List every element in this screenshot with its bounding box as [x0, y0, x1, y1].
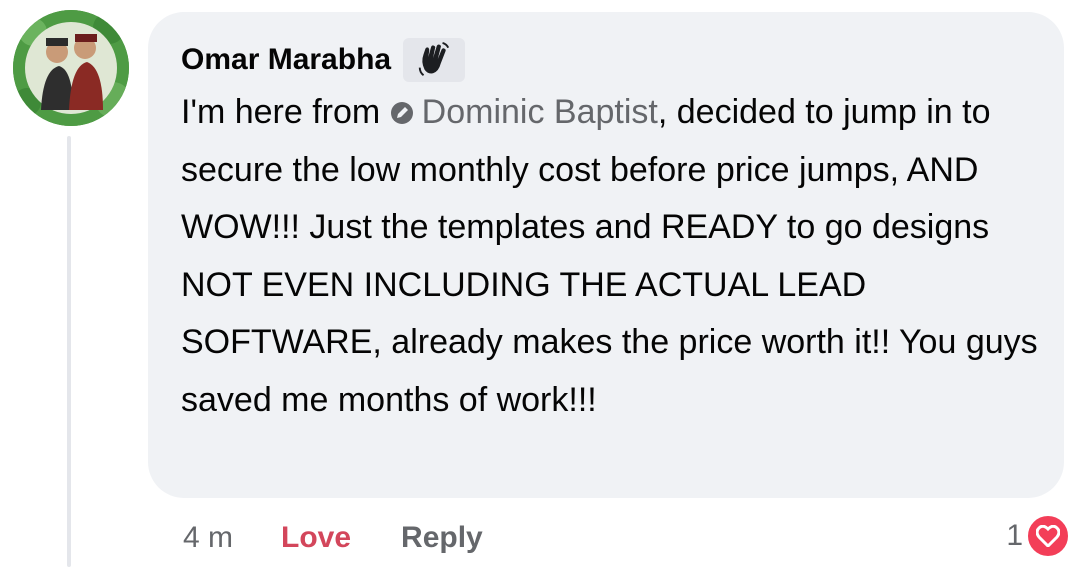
mention-link[interactable]: Dominic Baptist	[422, 93, 658, 131]
love-button[interactable]: Love	[281, 521, 351, 555]
comment-actions: 4 m Love Reply	[183, 518, 483, 558]
comment-text: I'm here from Dominic Baptist, decided t…	[181, 84, 1041, 429]
pencil-circle-icon	[390, 86, 414, 124]
avatar[interactable]	[13, 10, 129, 126]
comment-text-after: , decided to jump in to secure the low m…	[181, 93, 1038, 419]
timestamp[interactable]: 4 m	[183, 521, 233, 555]
comment-header: Omar Marabha	[181, 38, 1032, 82]
author-name[interactable]: Omar Marabha	[181, 42, 391, 78]
reply-button[interactable]: Reply	[401, 521, 483, 555]
waving-hand-icon[interactable]	[403, 38, 466, 82]
comment-text-before: I'm here from	[181, 93, 390, 131]
reaction-count: 1	[1006, 519, 1023, 552]
thread-line	[67, 136, 71, 567]
comment-bubble: Omar Marabha I'm here from Dominic Bapti…	[148, 12, 1064, 498]
heart-reaction-icon	[1025, 513, 1071, 559]
reaction-summary[interactable]: 1	[1006, 513, 1071, 559]
